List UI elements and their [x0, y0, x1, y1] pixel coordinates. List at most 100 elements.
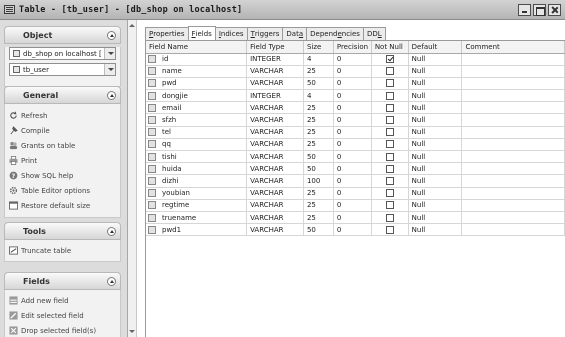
precision-cell[interactable]: 0 [333, 162, 372, 176]
field-name-cell[interactable]: huida [146, 162, 248, 176]
size-cell[interactable]: 50 [303, 223, 334, 237]
not-null-checkbox[interactable] [385, 225, 394, 234]
close-button[interactable] [548, 4, 561, 16]
field-name-cell[interactable]: dizhi [146, 174, 248, 188]
refresh-link[interactable]: Refresh [5, 108, 120, 123]
default-cell[interactable]: Null [408, 199, 463, 212]
comment-cell[interactable] [461, 150, 565, 164]
default-cell[interactable]: Null [408, 174, 463, 188]
row-selector-icon[interactable] [148, 67, 156, 76]
row-selector-icon[interactable] [148, 152, 156, 161]
precision-cell[interactable]: 0 [333, 138, 372, 152]
field-type-cell[interactable]: VARCHAR [246, 126, 304, 139]
row-selector-icon[interactable] [148, 116, 156, 125]
row-selector-icon[interactable] [148, 189, 156, 198]
field-name-cell[interactable]: id [146, 53, 248, 66]
size-cell[interactable]: 4 [303, 89, 334, 103]
tools-panel-header[interactable]: Tools [4, 222, 121, 240]
row-selector-icon[interactable] [148, 225, 156, 234]
field-name-cell[interactable]: pwd [146, 77, 248, 91]
precision-cell[interactable]: 0 [333, 174, 372, 188]
field-row[interactable]: id INTEGER 4 0 Null [146, 53, 565, 66]
default-cell[interactable]: Null [408, 113, 463, 127]
field-name-cell[interactable]: sfzh [146, 113, 248, 127]
column-header-field-name[interactable]: Field Name [146, 41, 248, 54]
drop-selected-fields-link[interactable]: Drop selected field(s) [5, 323, 120, 337]
comment-cell[interactable] [461, 65, 565, 78]
not-null-checkbox[interactable] [385, 213, 394, 222]
field-name-cell[interactable]: regtime [146, 199, 248, 212]
field-type-cell[interactable]: VARCHAR [246, 187, 304, 200]
default-cell[interactable]: Null [408, 101, 463, 115]
default-cell[interactable]: Null [408, 223, 463, 237]
column-header-precision[interactable]: Precision [333, 41, 372, 54]
field-name-cell[interactable]: name [146, 65, 248, 78]
field-row[interactable]: pwd VARCHAR 50 0 Null [146, 77, 565, 91]
field-row[interactable]: name VARCHAR 25 0 Null [146, 65, 565, 78]
default-cell[interactable]: Null [408, 138, 463, 152]
row-selector-icon[interactable] [148, 176, 156, 185]
precision-cell[interactable]: 0 [333, 113, 372, 127]
not-null-checkbox[interactable] [385, 189, 394, 198]
chevron-down-icon[interactable] [104, 64, 115, 75]
comment-cell[interactable] [461, 174, 565, 188]
field-row[interactable]: pwd1 VARCHAR 50 0 Null [146, 223, 565, 237]
column-header-field-type[interactable]: Field Type [246, 41, 304, 54]
field-row[interactable]: youbian VARCHAR 25 0 Null [146, 187, 565, 200]
database-select[interactable]: db_shop on localhost [ [9, 47, 116, 60]
field-row[interactable]: tel VARCHAR 25 0 Null [146, 126, 565, 139]
sidebar-scrollbar[interactable] [128, 20, 137, 337]
general-panel-header[interactable]: General [4, 86, 121, 104]
not-null-checkbox[interactable] [385, 128, 394, 137]
precision-cell[interactable]: 0 [333, 187, 372, 200]
tab-2[interactable]: Indices [214, 27, 248, 40]
field-row[interactable]: sfzh VARCHAR 25 0 Null [146, 113, 565, 127]
not-null-checkbox[interactable] [385, 55, 394, 64]
not-null-checkbox[interactable] [385, 103, 394, 112]
field-type-cell[interactable]: VARCHAR [246, 101, 304, 115]
field-type-cell[interactable]: VARCHAR [246, 138, 304, 152]
field-row[interactable]: truename VARCHAR 25 0 Null [146, 211, 565, 225]
comment-cell[interactable] [461, 223, 565, 237]
row-selector-icon[interactable] [148, 103, 156, 112]
field-name-cell[interactable]: tishi [146, 150, 248, 164]
size-cell[interactable]: 25 [303, 199, 334, 212]
minimize-button[interactable] [518, 4, 531, 16]
comment-cell[interactable] [461, 126, 565, 139]
compile-link[interactable]: Compile [5, 123, 120, 138]
field-type-cell[interactable]: VARCHAR [246, 77, 304, 91]
table-select[interactable]: tb_user [9, 63, 116, 76]
show-sql-help-link[interactable]: ? Show SQL help [5, 168, 120, 183]
edit-selected-field-link[interactable]: Edit selected field [5, 308, 120, 323]
collapse-tools-panel-icon[interactable] [107, 227, 116, 236]
row-selector-icon[interactable] [148, 140, 156, 149]
row-selector-icon[interactable] [148, 91, 156, 100]
comment-cell[interactable] [461, 138, 565, 152]
field-row[interactable]: qq VARCHAR 25 0 Null [146, 138, 565, 152]
field-name-cell[interactable]: youbian [146, 187, 248, 200]
precision-cell[interactable]: 0 [333, 199, 372, 212]
field-type-cell[interactable]: VARCHAR [246, 113, 304, 127]
size-cell[interactable]: 25 [303, 187, 334, 200]
precision-cell[interactable]: 0 [333, 211, 372, 225]
default-cell[interactable]: Null [408, 150, 463, 164]
size-cell[interactable]: 25 [303, 101, 334, 115]
column-header-not-null[interactable]: Not Null [371, 41, 409, 54]
add-new-field-link[interactable]: Add new field [5, 293, 120, 308]
tab-3[interactable]: Triggers [246, 27, 284, 40]
precision-cell[interactable]: 0 [333, 53, 372, 66]
precision-cell[interactable]: 0 [333, 65, 372, 78]
comment-cell[interactable] [461, 187, 565, 200]
field-type-cell[interactable]: VARCHAR [246, 162, 304, 176]
default-cell[interactable]: Null [408, 77, 463, 91]
precision-cell[interactable]: 0 [333, 223, 372, 237]
field-type-cell[interactable]: VARCHAR [246, 65, 304, 78]
not-null-checkbox[interactable] [385, 140, 394, 149]
precision-cell[interactable]: 0 [333, 150, 372, 164]
collapse-general-panel-icon[interactable] [107, 91, 116, 100]
default-cell[interactable]: Null [408, 211, 463, 225]
object-panel-header[interactable]: Object [4, 26, 121, 44]
maximize-button[interactable] [533, 4, 546, 16]
field-name-cell[interactable]: dongjie [146, 89, 248, 103]
field-row[interactable]: dongjie INTEGER 4 0 Null [146, 89, 565, 103]
